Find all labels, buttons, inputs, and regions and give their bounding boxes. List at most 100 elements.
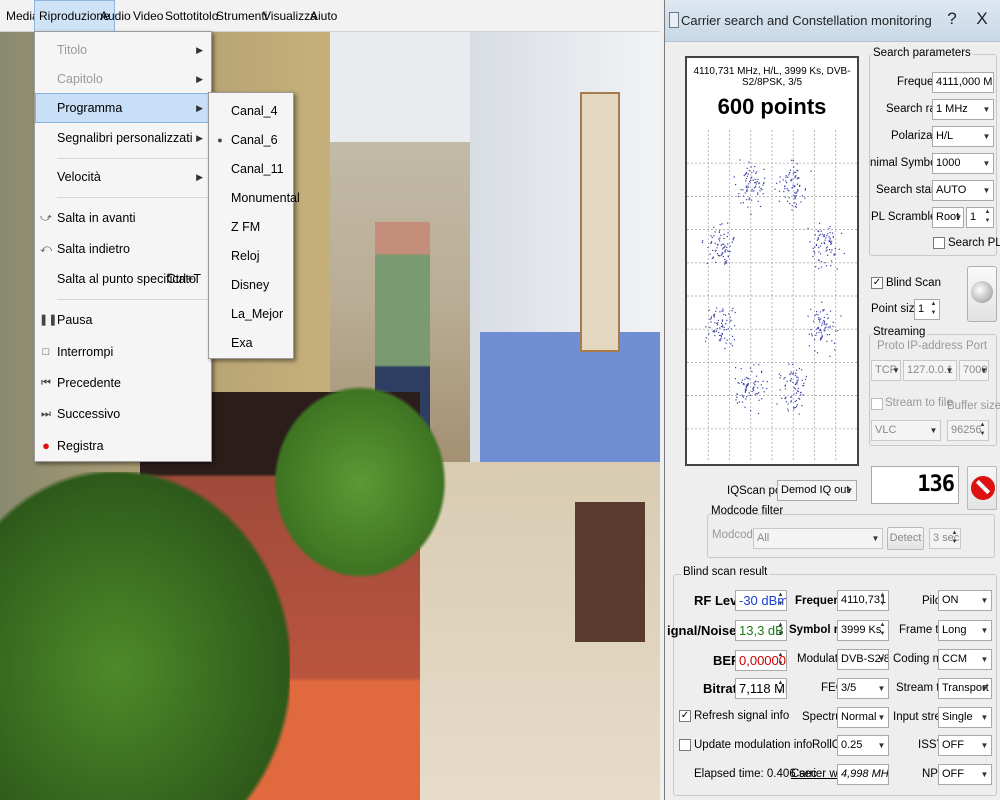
- menu-item-programma[interactable]: Programma ▶: [35, 93, 211, 123]
- issyi-select[interactable]: OFF ▼: [938, 735, 992, 756]
- constellation-point: [713, 226, 715, 228]
- constellation-point: [731, 310, 733, 312]
- constellation-point: [758, 399, 760, 401]
- constellation-point: [727, 243, 729, 245]
- menu-item-successivo[interactable]: ⏭ Successivo: [35, 399, 211, 429]
- pl-scramble-value-input[interactable]: 1 ▲ ▼: [966, 207, 994, 228]
- update-modulation-checkbox[interactable]: [679, 739, 691, 751]
- menu-item-precedente[interactable]: ⏮ Precedente: [35, 368, 211, 398]
- chevron-down-icon: ▼: [982, 186, 991, 195]
- constellation-point: [805, 375, 807, 378]
- constellation-point: [797, 387, 799, 390]
- chevron-right-icon: ▶: [196, 172, 203, 182]
- constellation-point: [755, 375, 758, 377]
- constellation-point: [817, 314, 819, 316]
- constellation-point: [762, 184, 764, 186]
- port-select[interactable]: 7000 ▼: [959, 360, 989, 381]
- polarization-select[interactable]: H/L ▼: [932, 126, 994, 147]
- constellation-point: [747, 185, 749, 187]
- min-symbol-rate-select[interactable]: 1000 ▼: [932, 153, 994, 174]
- coding-mode-select[interactable]: CCM ▼: [938, 649, 992, 670]
- skip-back-icon: ⤺: [40, 243, 52, 255]
- spectrum-select[interactable]: Normal ▼: [837, 707, 889, 728]
- constellation-point: [746, 396, 748, 398]
- constellation-point: [753, 187, 755, 189]
- modcode-select[interactable]: All ▼: [753, 528, 883, 549]
- menu-item-capitolo[interactable]: Capitolo ▶: [35, 64, 211, 94]
- satellite-dish-icon[interactable]: [967, 266, 997, 322]
- input-stream-select[interactable]: Single ▼: [938, 707, 992, 728]
- npd-select[interactable]: OFF ▼: [938, 764, 992, 785]
- constellation-point: [720, 334, 722, 337]
- menu-item-titolo[interactable]: Titolo ▶: [35, 35, 211, 65]
- program-item[interactable]: Canal_11: [209, 154, 293, 184]
- stream-type-select[interactable]: Transport ▼: [938, 678, 992, 699]
- fec-select[interactable]: 3/5 ▼: [837, 678, 889, 699]
- close-button[interactable]: X: [971, 6, 993, 32]
- program-item[interactable]: Reloj: [209, 241, 293, 271]
- program-item[interactable]: Disney: [209, 270, 293, 300]
- constellation-point: [741, 379, 743, 381]
- stop-scan-button[interactable]: [967, 466, 997, 510]
- ip-address-select[interactable]: 127.0.0.1 ▼: [903, 360, 957, 381]
- frame-type-select[interactable]: Long ▼: [938, 620, 992, 641]
- program-item[interactable]: Exa: [209, 328, 293, 358]
- constellation-point: [723, 326, 725, 328]
- point-size-input[interactable]: 1 ▲ ▼: [914, 299, 940, 320]
- player-select[interactable]: VLC ▼: [871, 420, 941, 441]
- menu-item-pausa[interactable]: ❚❚ Pausa: [35, 305, 211, 335]
- proto-select[interactable]: TCP ▼: [871, 360, 901, 381]
- constellation-point: [823, 234, 826, 236]
- pilot-select[interactable]: ON ▼: [938, 590, 992, 611]
- spinner-icon[interactable]: ▲ ▼: [949, 529, 960, 548]
- spinner-icon[interactable]: ▲ ▼: [977, 421, 988, 440]
- constellation-point: [760, 371, 763, 373]
- program-item[interactable]: Canal_4: [209, 96, 293, 126]
- program-item[interactable]: Monumental: [209, 183, 300, 213]
- constellation-point: [830, 242, 833, 245]
- constellation-point: [748, 199, 750, 201]
- spinner-icon[interactable]: ▲ ▼: [982, 208, 993, 227]
- menu-item-segnalibri[interactable]: Segnalibri personalizzati ▶: [35, 123, 211, 153]
- constellation-point: [718, 230, 721, 232]
- frequency-input[interactable]: 4111,000 MHz: [932, 72, 994, 93]
- constellation-point: [711, 236, 713, 239]
- menu-item-interrompi[interactable]: □ Interrompi: [35, 337, 211, 367]
- modulation-select[interactable]: DVB-S2/8PS▼: [837, 649, 889, 670]
- search-range-select[interactable]: 1 MHz ▼: [932, 99, 994, 120]
- menu-item-velocita[interactable]: Velocità ▶: [35, 162, 211, 192]
- constellation-point: [754, 394, 756, 396]
- constellation-point: [757, 387, 759, 389]
- constellation-point: [744, 391, 746, 393]
- help-button[interactable]: ?: [941, 6, 963, 32]
- rolloff-select[interactable]: 0.25 ▼: [837, 735, 889, 756]
- constellation-point: [736, 393, 738, 395]
- constellation-point: [715, 330, 718, 332]
- search-standard-select[interactable]: AUTO ▼: [932, 180, 994, 201]
- stream-to-file-checkbox[interactable]: [871, 398, 883, 410]
- constellation-point: [795, 203, 797, 205]
- pl-scramble-mode-select[interactable]: Root ▼: [932, 207, 964, 228]
- constellation-point: [818, 247, 820, 249]
- menu-item-registra[interactable]: ● Registra: [35, 431, 211, 461]
- menu-item-salta-indietro[interactable]: ⤺ Salta indietro: [35, 234, 211, 264]
- blind-scan-checkbox[interactable]: ✓: [871, 277, 883, 289]
- menu-item-salta-avanti[interactable]: ⤻ Salta in avanti: [35, 203, 211, 233]
- buffer-size-input[interactable]: 96256 ▲ ▼: [947, 420, 989, 441]
- menu-item-salta-punto[interactable]: Salta al punto specificato Ctrl+T: [35, 264, 211, 294]
- detect-interval-input[interactable]: 3 sec ▲ ▼: [929, 528, 961, 549]
- constellation-point: [796, 404, 798, 406]
- search-pls-checkbox[interactable]: [933, 237, 945, 249]
- constellation-point: [812, 255, 814, 258]
- program-item[interactable]: La_Mejor: [209, 299, 293, 329]
- spinner-icon[interactable]: ▲ ▼: [928, 300, 939, 319]
- constellation-point: [836, 268, 838, 270]
- program-item[interactable]: Z FM: [209, 212, 293, 242]
- constellation-point: [841, 232, 843, 234]
- iqscan-select[interactable]: Demod IQ out ▼: [777, 480, 857, 501]
- refresh-signal-checkbox[interactable]: ✓: [679, 710, 691, 722]
- menu-aiuto[interactable]: Aiuto: [306, 0, 341, 32]
- detect-button[interactable]: Detect: [887, 527, 924, 550]
- program-item-selected[interactable]: ● Canal_6: [209, 125, 293, 155]
- constellation-point: [829, 327, 831, 329]
